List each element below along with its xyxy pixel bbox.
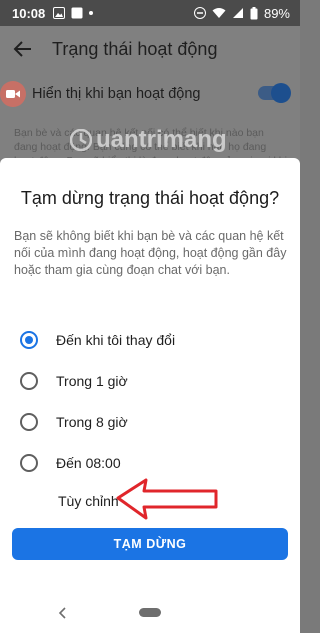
battery-icon [250,6,258,19]
status-time: 10:08 [12,5,46,21]
option-label: Trong 1 giờ [56,373,128,389]
wifi-icon [212,8,226,18]
dnd-icon [193,7,206,19]
nav-back-icon[interactable] [56,606,70,620]
more-dot-icon [89,11,94,15]
image-icon [53,7,66,19]
system-nav-bar [0,596,300,633]
option-label: Trong 8 giờ [56,414,128,430]
radio-icon[interactable] [20,413,38,431]
option-1-hour[interactable]: Trong 1 giờ [20,369,128,393]
radio-selected-icon[interactable] [20,331,38,349]
radio-icon[interactable] [20,372,38,390]
pause-status-sheet: Tạm dừng trạng thái hoạt động? Bạn sẽ kh… [0,158,300,633]
option-until-0800[interactable]: Đến 08:00 [20,451,121,475]
home-pill[interactable] [139,608,161,617]
radio-icon[interactable] [20,454,38,472]
sheet-description: Bạn sẽ không biết khi bạn bè và các quan… [14,229,287,277]
option-label: Đến khi tôi thay đổi [56,332,176,348]
page-title: Trạng thái hoạt động [52,38,218,59]
custom-option[interactable]: Tùy chỉnh [58,493,119,509]
show-active-status-row[interactable]: Hiển thị khi bạn hoạt động [0,78,300,110]
battery-percent: 89% [263,5,290,21]
pause-button[interactable]: TẠM DỪNG [12,528,288,560]
watermark-logo: uantrimang [70,126,227,154]
back-arrow-icon[interactable] [12,38,34,60]
option-label: Đến 08:00 [56,455,121,471]
status-bar: 10:08 89% [0,0,300,26]
active-status-toggle[interactable] [258,83,291,103]
option-8-hours[interactable]: Trong 8 giờ [20,410,128,434]
signal-icon [232,8,243,18]
sheet-title: Tạm dừng trạng thái hoạt động? [20,188,280,208]
notification-icon [71,7,83,19]
app-bar: Trạng thái hoạt động [0,26,300,72]
setting-label: Hiển thị khi bạn hoạt động [32,86,201,102]
video-icon [0,81,26,107]
option-until-change[interactable]: Đến khi tôi thay đổi [20,328,175,352]
annotation-arrow-icon [116,478,218,520]
